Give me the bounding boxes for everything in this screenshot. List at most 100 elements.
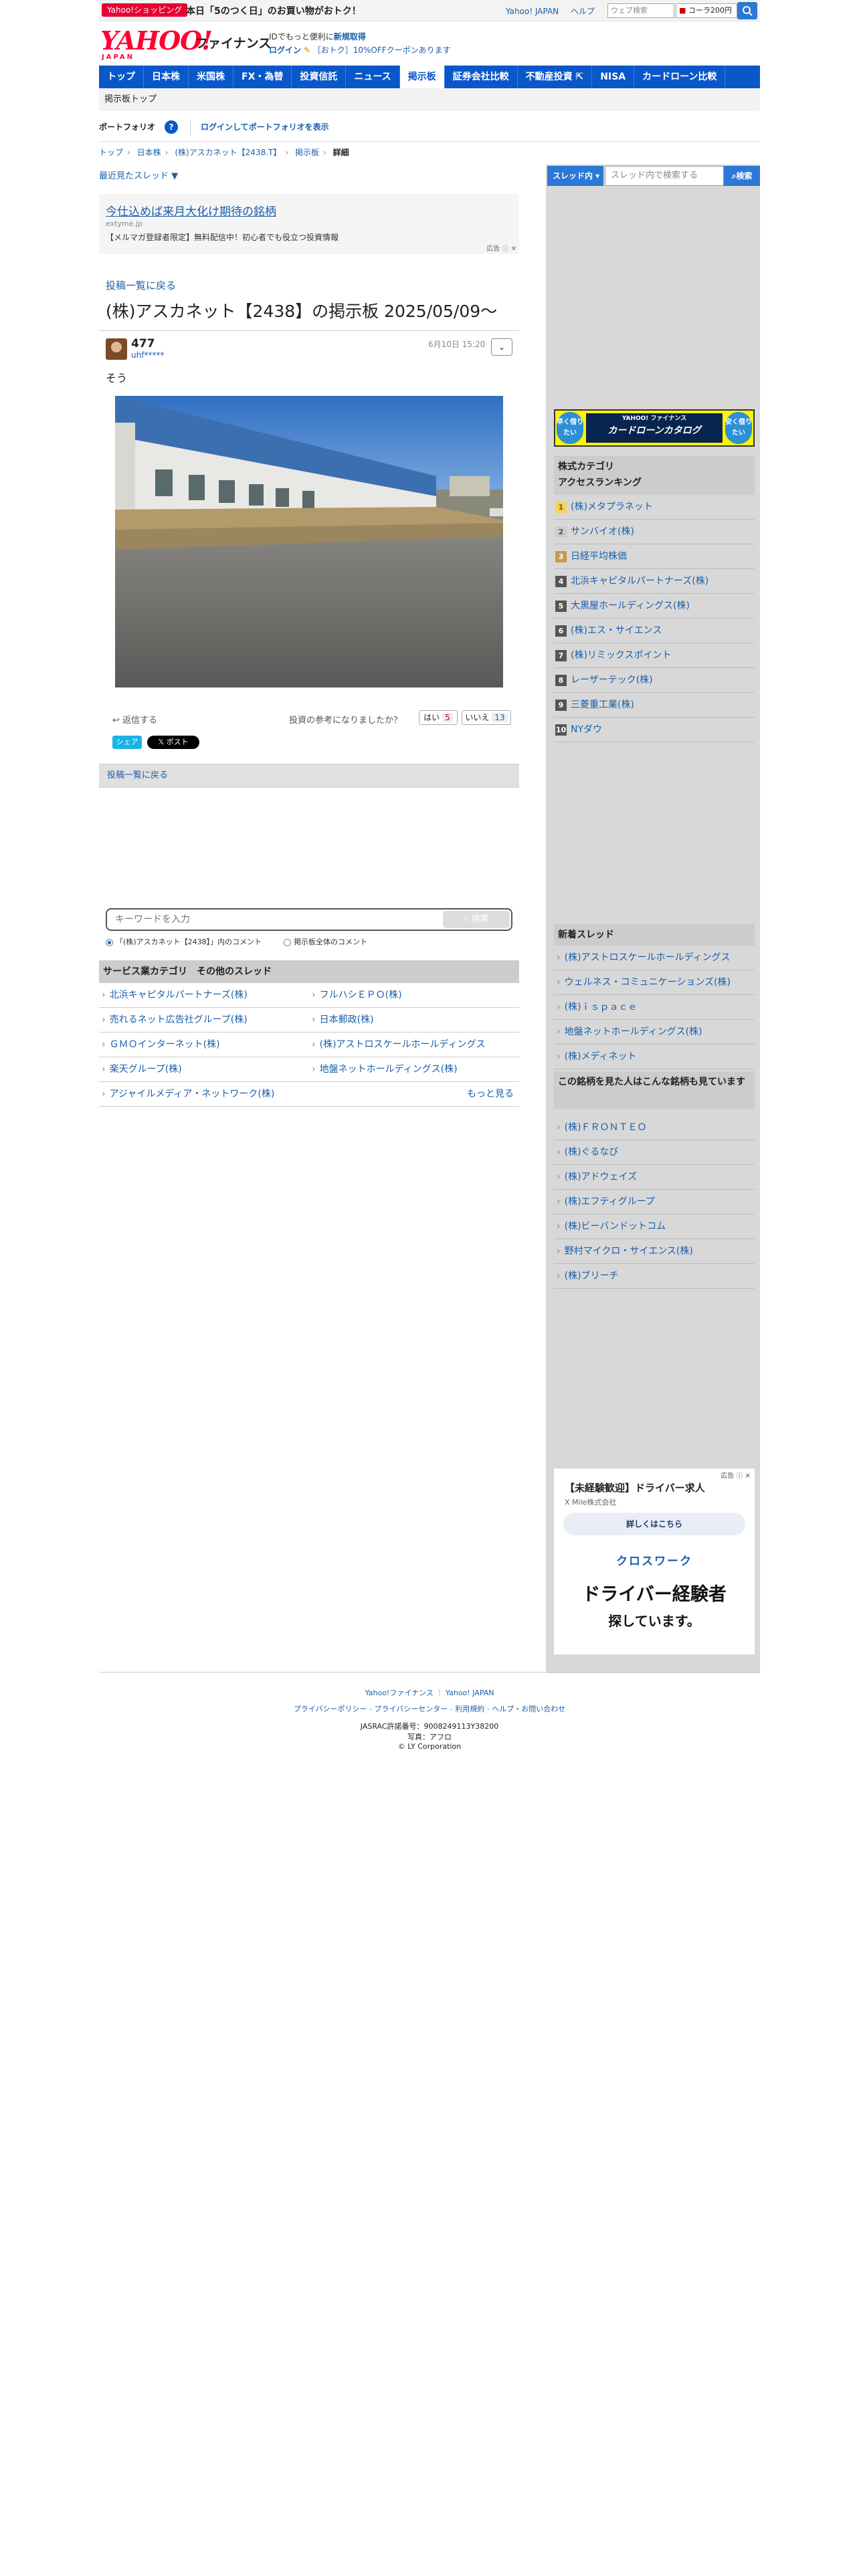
also-viewed-item[interactable]: (株)ビーバンドットコム <box>554 1214 755 1239</box>
other-thread-link[interactable]: 地盤ネットホールディングス(株) <box>312 1057 458 1081</box>
radio-selected-icon <box>106 938 113 946</box>
help-contact-link[interactable]: ヘルプ・お問い合わせ <box>492 1705 565 1713</box>
cardloan-banner[interactable]: 早く借りたい YAHOO! ファイナンス カードローンカタログ 安く借りたい <box>554 409 755 447</box>
also-viewed-item[interactable]: (株)エフティグループ <box>554 1190 755 1214</box>
help-link[interactable]: ヘルプ <box>571 7 595 16</box>
useful-question: 投資の参考になりましたか？ <box>289 716 403 726</box>
nav-top[interactable]: トップ <box>99 66 144 88</box>
ad-mark[interactable]: 広告 ⓘ ✕ <box>486 243 516 253</box>
x-post-button[interactable]: 𝕏 ポスト <box>147 736 199 749</box>
recent-threads-toggle[interactable]: 最近見たスレッド ▼ <box>99 169 178 181</box>
other-thread-link[interactable]: 北浜キャピタルパートナーズ(株) <box>102 983 248 1007</box>
ad-title[interactable]: 【未経験歓迎】ドライバー求人 <box>565 1481 705 1495</box>
keyword-input[interactable] <box>115 909 423 930</box>
new-thread-item[interactable]: ウェルネス・コミュニケーションズ(株) <box>554 970 755 995</box>
other-thread-link[interactable]: 日本郵政(株) <box>312 1008 374 1032</box>
crumb-stock[interactable]: (株)アスカネット【2438.T】 <box>175 148 281 157</box>
back-to-list-link-2[interactable]: 投稿一覧に戻る <box>107 764 168 787</box>
back-to-list-link[interactable]: 投稿一覧に戻る <box>106 278 176 292</box>
ranking-item[interactable]: 4 北浜キャピタルパートナーズ(株) <box>554 569 755 594</box>
crumb-japan-stocks[interactable]: 日本株 <box>137 148 161 157</box>
also-viewed-item[interactable]: (株)ぐるなび <box>554 1140 755 1165</box>
thread-search-button[interactable]: ⌕検索 <box>724 166 760 186</box>
share-button[interactable]: シェア <box>112 736 142 749</box>
other-thread-link[interactable]: (株)アストロスケールホールディングス <box>312 1033 486 1057</box>
privacy-policy-link[interactable]: プライバシーポリシー <box>294 1705 367 1713</box>
new-thread-item[interactable]: (株)アストロスケールホールディングス <box>554 946 755 970</box>
also-viewed-item[interactable]: 野村マイクロ・サイエンス(株) <box>554 1239 755 1264</box>
also-viewed-item[interactable]: (株)アドウェイズ <box>554 1165 755 1190</box>
terms-link[interactable]: 利用規約 <box>455 1705 484 1713</box>
nav-board[interactable]: 掲示板 <box>399 66 445 88</box>
ranking-item[interactable]: 2 サンバイオ(株) <box>554 520 755 544</box>
portfolio-bar: ポートフォリオ ? ログインしてポートフォリオを表示 <box>99 112 760 142</box>
ad-mark[interactable]: 広告 ⓘ ✕ <box>721 1470 751 1480</box>
reply-button[interactable]: ↩ 返信する <box>112 713 157 726</box>
radio-in-board[interactable]: 「(株)アスカネット【2438】」内のコメント <box>106 936 262 947</box>
privacy-center-link[interactable]: プライバシーセンター <box>375 1705 448 1713</box>
nav-news[interactable]: ニュース <box>346 66 400 88</box>
signup-link[interactable]: 新規取得 <box>334 32 366 41</box>
site-name[interactable]: ファイナンス <box>195 33 271 51</box>
radio-all[interactable]: 掲示板全体のコメント <box>284 936 367 947</box>
ad-detail-button[interactable]: 詳しくはこちら <box>563 1513 745 1535</box>
crumb-top[interactable]: トップ <box>99 148 123 157</box>
sidebar-ad[interactable]: 広告 ⓘ ✕ 【未経験歓迎】ドライバー求人 X Mile株式会社 詳しくはこちら… <box>554 1469 755 1654</box>
nav-fx[interactable]: FX・為替 <box>233 66 292 88</box>
yes-button[interactable]: はい 5 <box>419 710 458 725</box>
ranking-item[interactable]: 10 NYダウ <box>554 718 755 742</box>
ad-url: extyme.jp <box>106 219 142 228</box>
shopping-promo[interactable]: 本日「5のつく日」のお買い物がおトク！ <box>186 4 361 17</box>
nav-card-loan[interactable]: カードローン比較 <box>634 66 726 88</box>
thread-search-input[interactable]: スレッド内で検索する <box>605 166 724 186</box>
coupon-box[interactable]: ■ コーラ200円 <box>676 3 737 18</box>
board-top-link[interactable]: 掲示板トップ <box>104 94 157 104</box>
other-thread-link[interactable]: アジャイルメディア・ネットワーク(株) <box>102 1082 275 1106</box>
ranking-item[interactable]: 7 (株)リミックスポイント <box>554 643 755 668</box>
shopping-badge[interactable]: Yahoo!ショッピング <box>102 3 188 17</box>
keyword-search-button[interactable]: ⌕ 検索 <box>443 911 510 928</box>
new-thread-item[interactable]: (株)メディネット <box>554 1045 755 1069</box>
other-thread-link[interactable]: フルハシＥＰＯ(株) <box>312 983 402 1007</box>
web-search-input[interactable]: ウェブ検索 <box>607 3 674 18</box>
also-viewed-item[interactable]: (株)ＦＲＯＮＴＥＯ <box>554 1115 755 1140</box>
ad-banner[interactable]: 今仕込めば来月大化け期待の銘柄 extyme.jp 【メルマガ登録者限定】無料配… <box>99 194 519 254</box>
cardloan-title-text: カードローンカタログ <box>607 425 701 436</box>
other-thread-link[interactable]: 売れるネット広告社グループ(株) <box>102 1008 248 1032</box>
ranking-item[interactable]: 3 日経平均株価 <box>554 544 755 569</box>
footer-finance-link[interactable]: Yahoo!ファイナンス <box>365 1689 434 1697</box>
ranking-item[interactable]: 6 (株)エス・サイエンス <box>554 619 755 643</box>
post-user[interactable]: uhf***** <box>131 350 164 360</box>
thread-scope-select[interactable]: スレッド内 ▾ <box>547 166 603 186</box>
avatar[interactable] <box>106 338 127 360</box>
nav-japan-stocks[interactable]: 日本株 <box>144 66 189 88</box>
footer-yahoo-link[interactable]: Yahoo! JAPAN <box>446 1689 494 1697</box>
ad-title[interactable]: 今仕込めば来月大化け期待の銘柄 <box>106 202 276 219</box>
ranking-item[interactable]: 5 大黒屋ホールディングス(株) <box>554 594 755 619</box>
more-link[interactable]: もっと見る <box>467 1082 514 1106</box>
new-thread-item[interactable]: 地盤ネットホールディングス(株) <box>554 1020 755 1045</box>
yahoo-japan-link[interactable]: Yahoo! JAPAN <box>506 7 559 16</box>
also-viewed-item[interactable]: (株)ブリーチ <box>554 1264 755 1289</box>
post-menu-button[interactable]: ⌄ <box>491 338 512 356</box>
nav-real-estate[interactable]: 不動産投資 ⇱ <box>518 66 593 88</box>
nav-funds[interactable]: 投資信託 <box>292 66 347 88</box>
help-icon[interactable]: ? <box>165 120 178 134</box>
post-image[interactable] <box>115 396 503 687</box>
ranking-item[interactable]: 1 (株)メタプラネット <box>554 495 755 520</box>
web-search-button[interactable] <box>737 2 757 19</box>
nav-us-stocks[interactable]: 米国株 <box>189 66 233 88</box>
portfolio-login-link[interactable]: ログインしてポートフォリオを表示 <box>201 112 329 142</box>
coupon-promo-link[interactable]: ［おトク］10%OFFクーポンあります <box>313 45 451 55</box>
login-link[interactable]: ログイン <box>269 45 301 55</box>
other-thread-link[interactable]: 楽天グループ(株) <box>102 1057 182 1081</box>
nav-nisa[interactable]: NISA <box>592 66 635 88</box>
ranking-item[interactable]: 8 レーザーテック(株) <box>554 668 755 693</box>
nav-brokers[interactable]: 証券会社比較 <box>445 66 518 88</box>
other-thread-link[interactable]: ＧＭＯインターネット(株) <box>102 1033 220 1057</box>
no-button[interactable]: いいえ 13 <box>462 710 511 725</box>
new-thread-item[interactable]: (株)ｉｓｐａｃｅ <box>554 995 755 1020</box>
ranking-item[interactable]: 9 三菱重工業(株) <box>554 693 755 718</box>
building-photo <box>115 396 503 687</box>
crumb-board[interactable]: 掲示板 <box>295 148 319 157</box>
